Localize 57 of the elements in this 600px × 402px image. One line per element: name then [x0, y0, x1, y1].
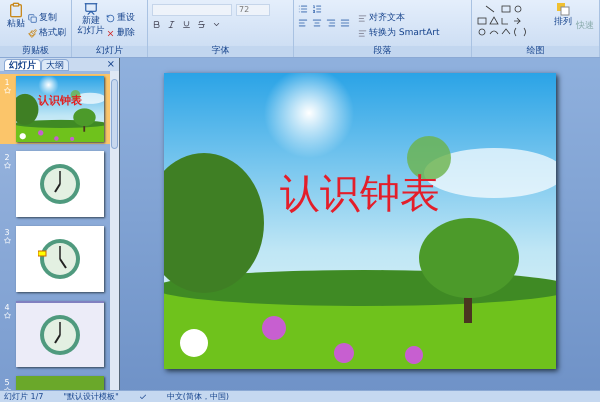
- panel-tab[interactable]: 大纲: [41, 59, 69, 71]
- strikethrough-icon[interactable]: [197, 20, 206, 29]
- group-label: 剪贴板: [0, 46, 71, 57]
- slide-number: 4: [4, 303, 10, 312]
- text-option-icon: [358, 29, 367, 38]
- ribbon-small-button[interactable]: 重设: [106, 12, 135, 25]
- language: 中文(简体，中国): [166, 390, 230, 402]
- animation-star-icon: [4, 87, 10, 94]
- slide-number: 2: [4, 153, 10, 162]
- reset-icon: [106, 14, 115, 23]
- animation-star-icon: [4, 162, 10, 169]
- slide-number: 5: [4, 378, 10, 387]
- spellcheck-icon[interactable]: [138, 392, 147, 400]
- font-size-field[interactable]: 72: [236, 4, 270, 16]
- clock-drawing: [38, 237, 82, 281]
- ribbon-small-button[interactable]: 转换为 SmartArt: [358, 27, 440, 40]
- ribbon-small-button[interactable]: 复制: [28, 12, 66, 25]
- group-label: 字体: [148, 46, 293, 57]
- slide-count: 幻灯片 1/7: [4, 390, 44, 402]
- underline-icon[interactable]: [182, 20, 191, 29]
- bullets-icon[interactable]: [298, 4, 308, 14]
- brush-icon: [28, 29, 37, 38]
- arrange-icon: [556, 2, 570, 16]
- align-center-icon[interactable]: [312, 18, 322, 28]
- italic-icon[interactable]: [167, 20, 176, 29]
- clock-drawing: [38, 162, 82, 206]
- justify-icon[interactable]: [340, 18, 350, 28]
- new-slide-button[interactable]: 新建 幻灯片: [76, 2, 106, 36]
- close-button[interactable]: ×: [106, 59, 115, 71]
- panel-tab[interactable]: 幻灯片: [4, 59, 41, 71]
- text-option-icon: [358, 14, 367, 23]
- align-right-icon[interactable]: [326, 18, 336, 28]
- theme-name: "默认设计模板": [63, 390, 119, 402]
- scrollbar[interactable]: [110, 71, 119, 390]
- animation-star-icon: [4, 237, 10, 244]
- clock-drawing: [38, 313, 82, 357]
- slide-title: 认识钟表: [280, 170, 440, 218]
- ribbon-small-button[interactable]: 格式刷: [28, 27, 66, 40]
- clipboard-icon: [8, 2, 24, 18]
- animation-star-icon: [4, 312, 10, 319]
- ribbon-small-button[interactable]: 对齐文本: [358, 12, 440, 25]
- paste-button[interactable]: 粘贴: [4, 2, 28, 32]
- slide-number: 3: [4, 228, 10, 237]
- font-name-field[interactable]: [152, 4, 232, 16]
- bold-icon[interactable]: [152, 20, 161, 29]
- copy-icon: [28, 14, 37, 23]
- group-label: 绘图: [472, 46, 599, 57]
- slide-icon: [84, 2, 98, 16]
- dropdown-icon[interactable]: [212, 20, 221, 29]
- arrange-button[interactable]: 排列: [554, 2, 572, 30]
- numbering-icon[interactable]: [312, 4, 322, 14]
- slide-number: 1: [4, 78, 10, 87]
- ribbon-small-button[interactable]: 删除: [106, 27, 135, 40]
- delete-icon: [106, 29, 115, 38]
- group-label: 段落: [294, 46, 471, 57]
- align-left-icon[interactable]: [298, 18, 308, 28]
- group-label: 幻灯片: [72, 46, 147, 57]
